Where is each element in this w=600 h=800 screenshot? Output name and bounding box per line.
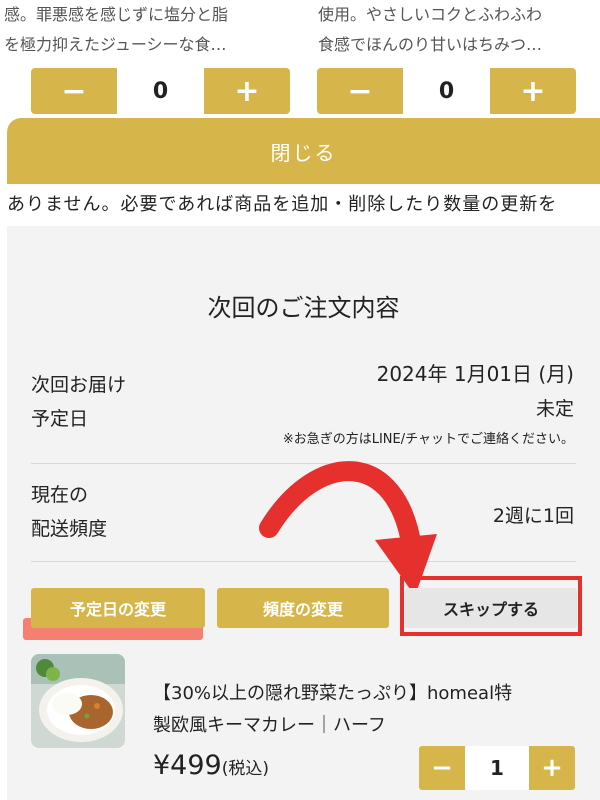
frequency-label: 現在の 配送頻度 <box>31 478 107 546</box>
frequency-value: 2週に1回 <box>492 505 574 527</box>
product-description: 使用。やさしいコクとふわふわ 食感でほんのり甘いはちみつ… <box>318 0 588 60</box>
product-description-line: 感。罪悪感を感じずに塩分と脂 <box>4 5 229 24</box>
product-name-line: 製欧風キーマカレー｜ハーフ <box>153 715 386 736</box>
label-line: 次回お届け <box>31 374 127 396</box>
decrement-button[interactable]: − <box>419 746 465 790</box>
product-description-line: を極力抑えたジューシーな食… <box>4 35 227 54</box>
delivery-status-value: 未定 <box>535 398 574 420</box>
product-grid-strip: 感。罪悪感を感じずに塩分と脂 を極力抑えたジューシーな食… 使用。やさしいコクと… <box>0 0 600 118</box>
skip-button[interactable]: スキップする <box>405 588 577 628</box>
order-title: 次回のご注文内容 <box>207 294 400 322</box>
quantity-value[interactable]: 0 <box>403 68 490 114</box>
curry-plate-icon <box>31 654 125 748</box>
notice-text: ありません。必要であれば商品を追加・削除したり数量の更新を <box>7 184 600 226</box>
contact-note: ※お急ぎの方はLINE/チャットでご連絡ください。 <box>282 432 574 447</box>
label-line: 配送頻度 <box>31 518 108 540</box>
label-line: 現在の <box>31 484 89 506</box>
next-order-modal: 閉じる ありません。必要であれば商品を追加・削除したり数量の更新を 次回のご注文… <box>7 118 600 800</box>
quantity-value[interactable]: 0 <box>117 68 204 114</box>
quantity-stepper: − 0 + <box>31 68 290 114</box>
decrement-button[interactable]: − <box>317 68 403 114</box>
product-name-line: 【30%以上の隠れ野菜たっぷり】homeal特 <box>153 683 513 704</box>
notice-text-content: ありません。必要であれば商品を追加・削除したり数量の更新を <box>7 194 558 215</box>
item-quantity-stepper: − 1 + <box>419 746 575 790</box>
product-description: 感。罪悪感を感じずに塩分と脂 を極力抑えたジューシーな食… <box>4 0 274 60</box>
close-button[interactable]: 閉じる <box>7 118 600 184</box>
label-line: 予定日 <box>31 408 89 430</box>
change-date-button[interactable]: 予定日の変更 <box>31 588 205 628</box>
product-image <box>31 654 125 748</box>
product-description-line: 使用。やさしいコクとふわふわ <box>318 5 543 24</box>
quantity-stepper: − 0 + <box>317 68 576 114</box>
decrement-button[interactable]: − <box>31 68 117 114</box>
delivery-date-value: 2024年 1月01日 (月) <box>376 362 574 386</box>
quantity-value[interactable]: 1 <box>465 746 529 790</box>
delivery-date-label: 次回お届け 予定日 <box>31 368 126 436</box>
increment-button[interactable]: + <box>204 68 290 114</box>
increment-button[interactable]: + <box>529 746 575 790</box>
price-value: ¥499 <box>153 750 222 781</box>
product-description-line: 食感でほんのり甘いはちみつ… <box>318 35 543 54</box>
tax-note: (税込) <box>221 759 269 779</box>
change-frequency-button[interactable]: 頻度の変更 <box>217 588 389 628</box>
product-price: ¥499(税込) <box>153 750 269 781</box>
product-name: 【30%以上の隠れ野菜たっぷり】homeal特 製欧風キーマカレー｜ハーフ <box>153 678 583 742</box>
increment-button[interactable]: + <box>490 68 576 114</box>
